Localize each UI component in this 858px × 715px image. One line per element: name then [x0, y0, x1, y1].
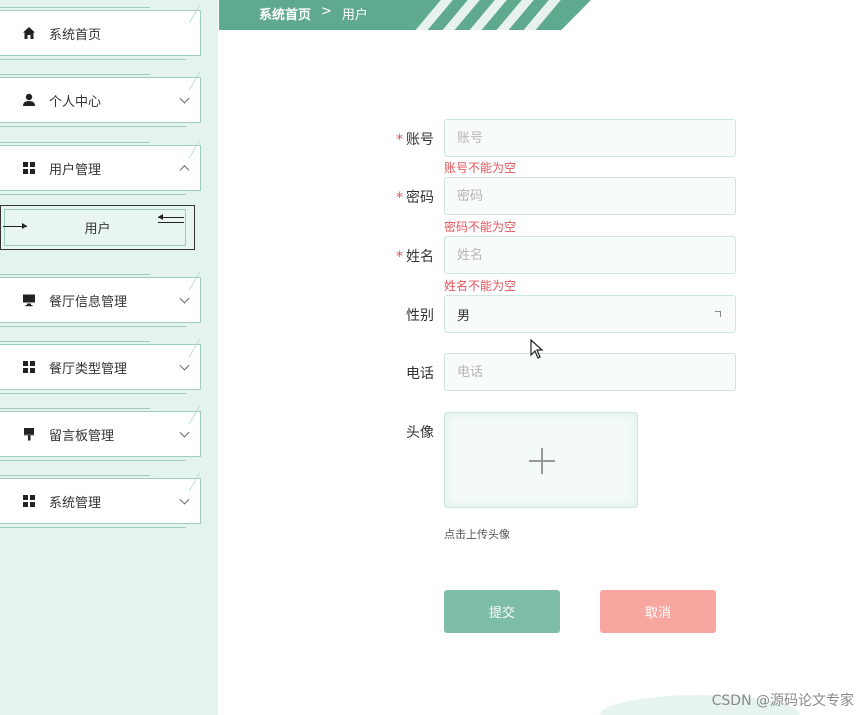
gender-select[interactable]: 男 — [444, 295, 736, 333]
sidebar-subitem-label: 用户 — [84, 222, 111, 237]
password-error: 密码不能为空 — [444, 220, 517, 234]
account-error: 账号不能为空 — [444, 161, 517, 175]
sidebar: 系统首页 个人中心 用户管理 用户 餐厅信息管理 餐厅类型管理 留言板管理 系统… — [0, 0, 218, 715]
chevron-down-icon — [179, 93, 190, 104]
grid-icon — [22, 360, 36, 374]
brush-icon — [22, 427, 36, 441]
avatar-label: 头像 — [406, 425, 434, 441]
select-arrow-icon — [715, 311, 721, 317]
sidebar-item-personal-center[interactable]: 个人中心 — [0, 72, 210, 127]
grid-icon — [22, 161, 36, 175]
gender-label: 性别 — [406, 308, 434, 324]
phone-label: 电话 — [406, 366, 434, 382]
name-input[interactable] — [444, 236, 736, 274]
sidebar-item-label: 餐厅类型管理 — [49, 361, 128, 377]
chevron-down-icon — [179, 293, 190, 304]
sidebar-item-label: 个人中心 — [49, 94, 102, 110]
arrow-left-icon — [158, 214, 184, 220]
password-label: * 密码 — [396, 190, 434, 206]
user-icon — [22, 93, 36, 107]
breadcrumb-home-link[interactable]: 系统首页 — [259, 4, 311, 23]
account-input[interactable] — [444, 119, 736, 157]
home-icon — [22, 26, 36, 40]
chevron-down-icon — [179, 360, 190, 371]
name-label: * 姓名 — [396, 249, 434, 265]
sidebar-subitem-user[interactable]: 用户 — [0, 205, 195, 250]
page: 系统首页 个人中心 用户管理 用户 餐厅信息管理 餐厅类型管理 留言板管理 系统… — [0, 0, 858, 715]
sidebar-item-restaurant-info[interactable]: 餐厅信息管理 — [0, 272, 210, 327]
sidebar-item-message-board[interactable]: 留言板管理 — [0, 406, 210, 461]
sidebar-item-label: 餐厅信息管理 — [49, 294, 128, 310]
avatar-upload-hint: 点击上传头像 — [444, 528, 510, 541]
cancel-button[interactable]: 取消 — [600, 590, 716, 633]
phone-input[interactable] — [444, 353, 736, 391]
name-error: 姓名不能为空 — [444, 279, 517, 293]
sidebar-item-label: 用户管理 — [49, 162, 102, 178]
submit-button[interactable]: 提交 — [444, 590, 560, 633]
mouse-cursor-icon — [530, 339, 544, 359]
sidebar-item-system-management[interactable]: 系统管理 — [0, 473, 210, 528]
chevron-down-icon — [179, 494, 190, 505]
password-input[interactable] — [444, 177, 736, 215]
sidebar-item-label: 系统管理 — [49, 495, 102, 511]
sidebar-item-restaurant-type[interactable]: 餐厅类型管理 — [0, 339, 210, 394]
sidebar-item-user-management[interactable]: 用户管理 — [0, 140, 210, 195]
gender-selected-value: 男 — [457, 308, 471, 324]
breadcrumb-current: 用户 — [341, 8, 368, 23]
arrow-right-icon — [3, 223, 27, 229]
monitor-icon — [22, 293, 36, 307]
sidebar-item-label: 留言板管理 — [49, 428, 115, 444]
chevron-up-icon — [179, 165, 190, 176]
chevron-down-icon — [179, 427, 190, 438]
avatar-uploader[interactable] — [444, 412, 638, 508]
breadcrumb: 系统首页 > 用户 — [259, 4, 368, 23]
sidebar-item-label: 系统首页 — [49, 27, 102, 43]
account-label: * 账号 — [396, 132, 434, 148]
sidebar-item-home[interactable]: 系统首页 — [0, 5, 210, 60]
watermark: CSDN @源码论文专家 — [711, 693, 854, 709]
breadcrumb-separator: > — [321, 4, 332, 19]
grid-icon — [22, 494, 36, 508]
